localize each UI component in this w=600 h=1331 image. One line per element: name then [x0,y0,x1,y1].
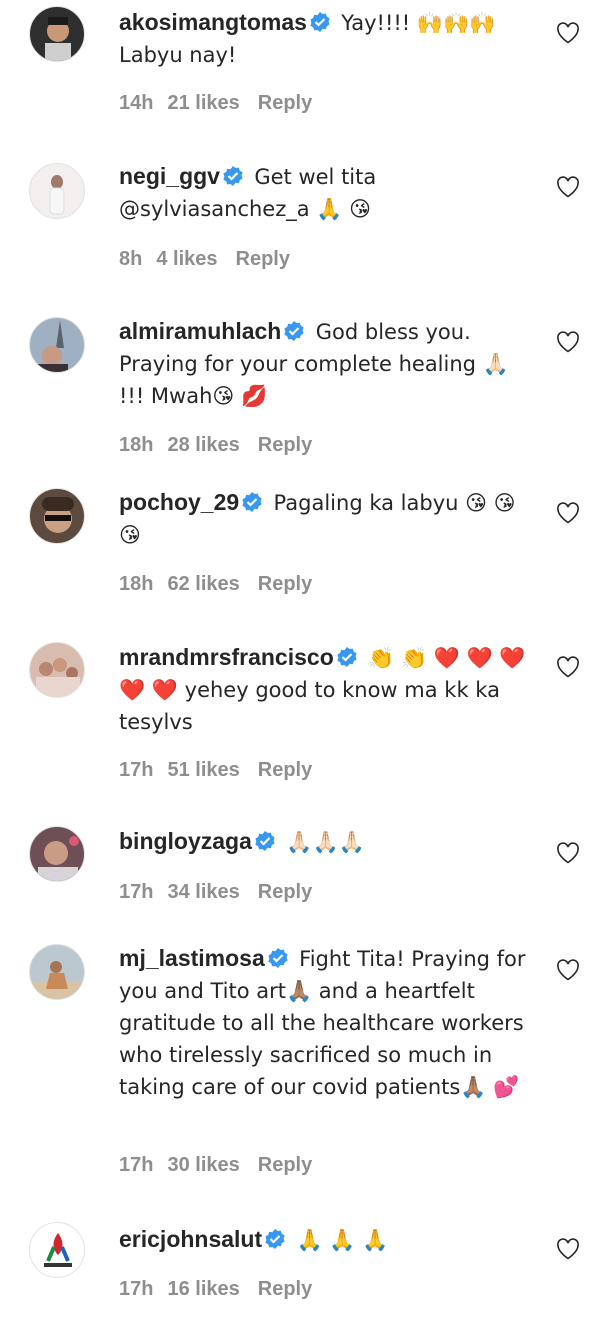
comment-likes[interactable]: 28 likes [167,434,239,456]
reply-button[interactable]: Reply [258,881,312,903]
comment-meta: 18h 62 likes Reply [119,573,330,596]
comment-body: almiramuhlach God bless you. Praying for… [119,316,539,412]
comment-username[interactable]: akosimangtomas [119,9,307,35]
comment-time[interactable]: 17h [119,1154,153,1176]
abs-cbn-logo-icon [44,1233,72,1267]
comment-likes[interactable]: 21 likes [167,92,239,114]
comment-likes[interactable]: 16 likes [167,1278,239,1300]
comment-likes[interactable]: 51 likes [167,759,239,781]
comment-time[interactable]: 18h [119,573,153,595]
comment-time[interactable]: 18h [119,434,153,456]
comment-body: ericjohnsalut 🙏 🙏 🙏 [119,1224,539,1256]
avatar[interactable] [29,944,85,1000]
heart-outline-icon[interactable] [556,22,580,44]
comment-meta: 17h 30 likes Reply [119,1154,330,1177]
heart-outline-icon[interactable] [556,502,580,524]
comment-username[interactable]: mrandmrsfrancisco [119,644,334,670]
comment-body: mrandmrsfrancisco 👏 👏 ❤️ ❤️ ❤️ ❤️ ❤️ yeh… [119,642,539,738]
reply-button[interactable]: Reply [236,248,290,270]
verified-badge-icon [265,1229,285,1249]
heart-outline-icon[interactable] [556,656,580,678]
comment-body: pochoy_29 Pagaling ka labyu 😘 😘 😘 [119,487,539,551]
heart-outline-icon[interactable] [556,842,580,864]
comment-body: akosimangtomas Yay!!!! 🙌🙌🙌 Labyu nay! [119,7,539,71]
avatar[interactable] [29,826,85,882]
verified-badge-icon [255,831,275,851]
comment-username[interactable]: ericjohnsalut [119,1226,262,1252]
heart-outline-icon[interactable] [556,176,580,198]
avatar[interactable] [29,1222,85,1278]
verified-badge-icon [223,166,243,186]
comment-body: bingloyzaga 🙏🏻🙏🏻🙏🏻 [119,826,539,858]
comment-time[interactable]: 14h [119,92,153,114]
comment-meta: 18h 28 likes Reply [119,434,330,457]
comment-username[interactable]: almiramuhlach [119,318,281,344]
comment-meta: 17h 16 likes Reply [119,1278,330,1301]
heart-outline-icon[interactable] [556,331,580,353]
verified-badge-icon [310,12,330,32]
reply-button[interactable]: Reply [258,573,312,595]
comment-meta: 17h 51 likes Reply [119,759,330,782]
reply-button[interactable]: Reply [258,1154,312,1176]
comment-likes[interactable]: 34 likes [167,881,239,903]
comment-meta: 8h 4 likes Reply [119,248,308,271]
comment-time[interactable]: 17h [119,881,153,903]
avatar[interactable] [29,642,85,698]
comment-username[interactable]: bingloyzaga [119,828,252,854]
comment-body: negi_ggv Get wel tita @sylviasanchez_a 🙏… [119,161,539,225]
heart-outline-icon[interactable] [556,959,580,981]
comment-username[interactable]: mj_lastimosa [119,945,265,971]
comment-text: 🙏 🙏 🙏 [296,1228,389,1252]
comment-likes[interactable]: 4 likes [156,248,217,270]
comment-time[interactable]: 17h [119,759,153,781]
reply-button[interactable]: Reply [258,434,312,456]
reply-button[interactable]: Reply [258,1278,312,1300]
comment-likes[interactable]: 30 likes [167,1154,239,1176]
comment-username[interactable]: pochoy_29 [119,489,239,515]
avatar[interactable] [29,163,85,219]
avatar[interactable] [29,488,85,544]
avatar[interactable] [29,6,85,62]
comment-time[interactable]: 17h [119,1278,153,1300]
comment-text: 🙏🏻🙏🏻🙏🏻 [286,830,365,854]
reply-button[interactable]: Reply [258,92,312,114]
comment-time[interactable]: 8h [119,248,142,270]
comment-meta: 14h 21 likes Reply [119,92,330,115]
comment-likes[interactable]: 62 likes [167,573,239,595]
avatar[interactable] [29,317,85,373]
heart-outline-icon[interactable] [556,1238,580,1260]
reply-button[interactable]: Reply [258,759,312,781]
comment-meta: 17h 34 likes Reply [119,881,330,904]
comment-username[interactable]: negi_ggv [119,163,220,189]
comment-body: mj_lastimosa Fight Tita! Praying for you… [119,943,539,1103]
verified-badge-icon [242,492,262,512]
verified-badge-icon [337,647,357,667]
verified-badge-icon [268,948,288,968]
verified-badge-icon [284,321,304,341]
